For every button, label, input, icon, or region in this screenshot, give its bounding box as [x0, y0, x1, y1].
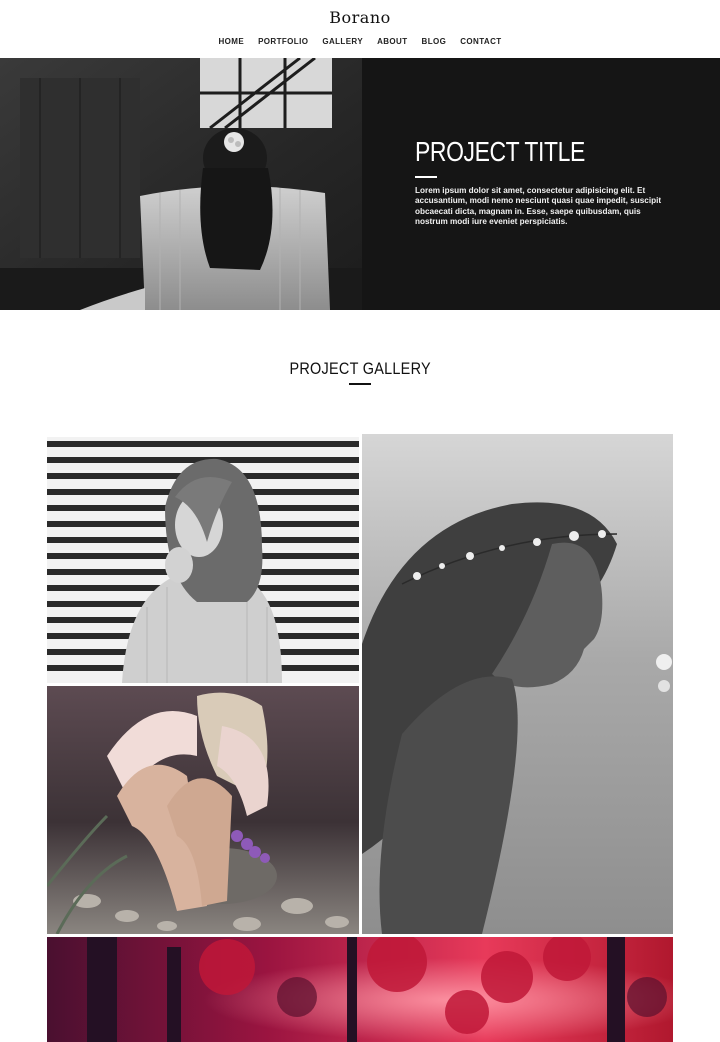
- hero-image: [0, 58, 362, 310]
- gallery-image-sweater-portrait[interactable]: [47, 437, 359, 683]
- nav-item-home[interactable]: HOME: [218, 37, 244, 46]
- gallery-title-text: PROJECT GALLERY: [289, 359, 431, 378]
- nav-item-portfolio[interactable]: PORTFOLIO: [258, 37, 308, 46]
- gallery-image-sitting-woman[interactable]: [47, 686, 359, 934]
- nav-item-contact[interactable]: CONTACT: [460, 37, 501, 46]
- site-header: Borano HOME PORTFOLIO GALLERY ABOUT BLOG…: [0, 0, 720, 58]
- gallery-divider: [349, 383, 371, 385]
- nav-item-gallery[interactable]: GALLERY: [322, 37, 363, 46]
- site-logo[interactable]: Borano: [0, 8, 720, 27]
- nav-item-about[interactable]: ABOUT: [377, 37, 407, 46]
- gallery-image-flower-crown[interactable]: [362, 434, 673, 934]
- hero-description: Lorem ipsum dolor sit amet, consectetur …: [415, 186, 662, 227]
- hero-section: PROJECT TITLE Lorem ipsum dolor sit amet…: [0, 58, 720, 310]
- main-nav: HOME PORTFOLIO GALLERY ABOUT BLOG CONTAC…: [0, 37, 720, 46]
- hero-divider: [415, 176, 437, 178]
- hero-text-block: PROJECT TITLE Lorem ipsum dolor sit amet…: [415, 136, 675, 228]
- gallery-image-red-forest[interactable]: [47, 937, 673, 1042]
- gallery-title: PROJECT GALLERY: [0, 359, 720, 379]
- hero-title: PROJECT TITLE: [415, 136, 585, 167]
- nav-item-blog[interactable]: BLOG: [422, 37, 447, 46]
